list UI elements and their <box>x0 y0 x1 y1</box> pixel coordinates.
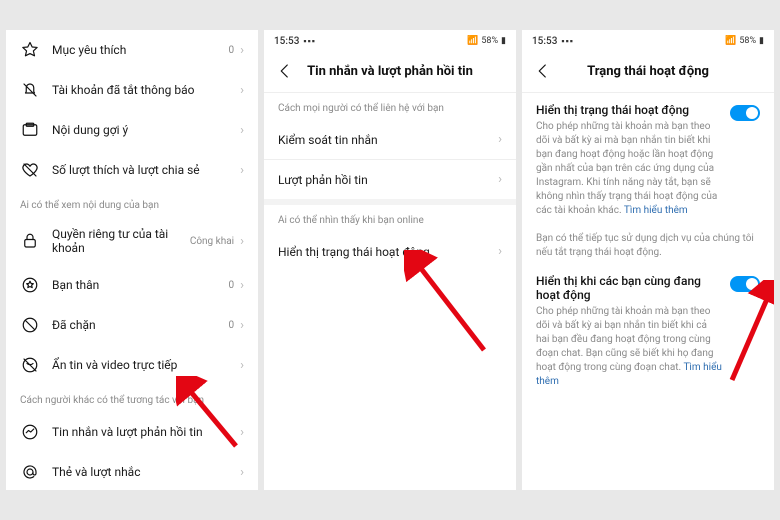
settings-row[interactable]: Kiểm soát tin nhắn › <box>264 120 516 159</box>
heart-off-icon <box>20 160 40 180</box>
row-meta: 0 <box>228 320 234 331</box>
settings-row[interactable]: Lượt phản hồi tin › <box>264 160 516 199</box>
page-title: Tin nhắn và lượt phản hồi tin <box>276 64 504 79</box>
row-meta: Công khai <box>190 236 234 247</box>
status-right: 📶58%▮ <box>725 36 764 46</box>
block-icon <box>20 315 40 335</box>
activity-status-toggle[interactable] <box>730 105 760 121</box>
section-label: Ai có thể xem nội dung của bạn <box>6 190 258 217</box>
settings-row[interactable]: Đã chặn 0 › <box>6 305 258 345</box>
screen-header: Trạng thái hoạt động <box>522 52 774 93</box>
messenger-icon <box>20 422 40 442</box>
status-bar: 15:53 ▪▪▪ 📶58%▮ <box>264 30 516 52</box>
row-label: Mục yêu thích <box>52 43 228 57</box>
toggle-title: Hiển thị trạng thái hoạt động <box>536 103 722 117</box>
chevron-right-icon: › <box>240 358 244 373</box>
together-status-toggle[interactable] <box>730 276 760 292</box>
row-label: Bạn thân <box>52 278 228 292</box>
chevron-right-icon: › <box>240 318 244 333</box>
row-label: Số lượt thích và lượt chia sẻ <box>52 163 240 177</box>
toggle-row-together-status: Hiển thị khi các bạn cùng đang hoạt động… <box>522 264 774 393</box>
row-label: Thẻ và lượt nhắc <box>52 465 240 479</box>
section-label: Ai có thể nhìn thấy khi bạn online <box>264 205 516 232</box>
chevron-right-icon: › <box>240 123 244 138</box>
chevron-right-icon: › <box>240 425 244 440</box>
hide-icon <box>20 355 40 375</box>
phone-activity-status: 15:53 ▪▪▪ 📶58%▮ Trạng thái hoạt động Hiể… <box>522 30 774 490</box>
chevron-right-icon: › <box>240 234 244 249</box>
row-label: Tin nhắn và lượt phản hồi tin <box>52 425 240 439</box>
star-icon <box>20 40 40 60</box>
clock: 15:53 <box>532 36 557 47</box>
toggle-description: Cho phép những tài khoản mà bạn theo dõi… <box>536 305 722 389</box>
learn-more-link[interactable]: Tìm hiểu thêm <box>624 205 688 216</box>
page-title: Trạng thái hoạt động <box>534 64 762 79</box>
settings-row[interactable]: Mục yêu thích 0 › <box>6 30 258 70</box>
status-bar: 15:53 ▪▪▪ 📶58%▮ <box>522 30 774 52</box>
row-label: Đã chặn <box>52 318 228 332</box>
settings-row[interactable]: Bạn thân 0 › <box>6 265 258 305</box>
chevron-right-icon: › <box>240 43 244 58</box>
toggle-title: Hiển thị khi các bạn cùng đang hoạt động <box>536 274 722 302</box>
row-meta: 0 <box>228 280 234 291</box>
phone-messages-settings: 15:53 ▪▪▪ 📶58%▮ Tin nhắn và lượt phản hồ… <box>264 30 516 490</box>
clock: 15:53 <box>274 36 299 47</box>
row-label: Kiểm soát tin nhắn <box>278 133 498 147</box>
at-icon <box>20 462 40 482</box>
chevron-right-icon: › <box>240 278 244 293</box>
settings-row-activity-status[interactable]: Hiển thị trạng thái hoạt động › <box>264 232 516 271</box>
section-label: Cách mọi người có thể liên hệ với bạn <box>264 93 516 120</box>
settings-row[interactable]: Nội dung gợi ý › <box>6 110 258 150</box>
note-text: Bạn có thể tiếp tục sử dụng dịch vụ của … <box>522 222 774 264</box>
chevron-right-icon: › <box>240 465 244 480</box>
chevron-right-icon: › <box>498 244 502 259</box>
status-icons: ▪▪▪ <box>561 36 574 47</box>
chevron-right-icon: › <box>240 163 244 178</box>
star-circle-icon <box>20 275 40 295</box>
row-label: Quyền riêng tư của tài khoản <box>52 227 190 255</box>
settings-row[interactable]: Tài khoản đã tắt thông báo › <box>6 70 258 110</box>
settings-row-messages[interactable]: Tin nhắn và lượt phản hồi tin › <box>6 412 258 452</box>
row-label: Ẩn tin và video trực tiếp <box>52 358 240 372</box>
phone-settings-privacy: Mục yêu thích 0 › Tài khoản đã tắt thông… <box>6 30 258 490</box>
settings-row[interactable]: Số lượt thích và lượt chia sẻ › <box>6 150 258 190</box>
status-icons: ▪▪▪ <box>303 36 316 47</box>
settings-row[interactable]: Ẩn tin và video trực tiếp › <box>6 345 258 385</box>
row-label: Lượt phản hồi tin <box>278 173 498 187</box>
toggle-description: Cho phép những tài khoản mà bạn theo dõi… <box>536 120 722 218</box>
chevron-right-icon: › <box>498 172 502 187</box>
bell-off-icon <box>20 80 40 100</box>
row-label: Tài khoản đã tắt thông báo <box>52 83 240 97</box>
row-label: Nội dung gợi ý <box>52 123 240 137</box>
chevron-right-icon: › <box>498 132 502 147</box>
row-meta: 0 <box>228 45 234 56</box>
settings-row[interactable]: Thẻ và lượt nhắc › <box>6 452 258 490</box>
screen-header: Tin nhắn và lượt phản hồi tin <box>264 52 516 93</box>
row-label: Hiển thị trạng thái hoạt động <box>278 245 498 259</box>
toggle-row-activity-status: Hiển thị trạng thái hoạt động Cho phép n… <box>522 93 774 222</box>
section-label: Cách người khác có thể tương tác với bạn <box>6 385 258 412</box>
status-right: 📶58%▮ <box>467 36 506 46</box>
content-icon <box>20 120 40 140</box>
chevron-right-icon: › <box>240 83 244 98</box>
lock-icon <box>20 231 40 251</box>
settings-row[interactable]: Quyền riêng tư của tài khoản Công khai › <box>6 217 258 265</box>
